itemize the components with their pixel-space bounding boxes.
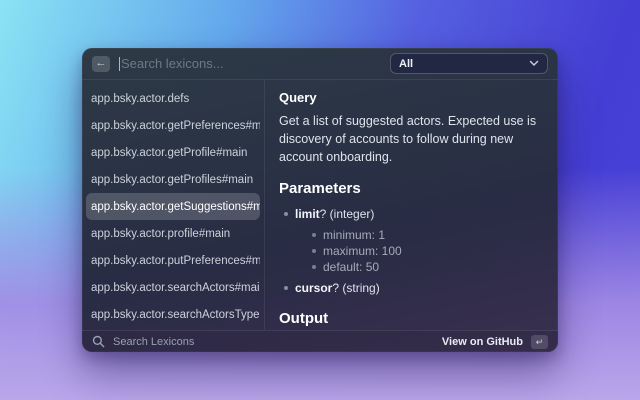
parameter-name: cursor — [295, 281, 333, 295]
filter-dropdown-value: All — [399, 57, 414, 70]
lexicon-item[interactable]: app.bsky.actor.searchActors#main — [86, 274, 260, 301]
lexicon-description: Get a list of suggested actors. Expected… — [279, 114, 537, 164]
constraint-item: default: 50 — [309, 259, 544, 275]
lexicon-item[interactable]: app.bsky.actor.getPreferences#main — [86, 112, 260, 139]
parameters-list: limit? (integer) minimum: 1 maximum: 100… — [279, 206, 544, 296]
parameter-item: limit? (integer) minimum: 1 maximum: 100… — [279, 206, 544, 275]
parameter-item: cursor? (string) — [279, 280, 544, 296]
return-key-icon: ↵ — [531, 334, 548, 349]
lexicon-item[interactable]: app.bsky.actor.searchActorsTypeah... — [86, 301, 260, 328]
lexicon-list: app.bsky.actor.defs app.bsky.actor.getPr… — [82, 80, 265, 330]
back-button[interactable]: ← — [92, 55, 110, 72]
footer-search-label[interactable]: Search Lexicons — [113, 336, 434, 348]
view-on-github-link[interactable]: View on GitHub — [442, 336, 523, 348]
search-field-wrap — [119, 56, 381, 71]
parameter-constraints: minimum: 1 maximum: 100 default: 50 — [309, 227, 544, 275]
lexicon-item[interactable]: app.bsky.actor.getProfiles#main — [86, 166, 260, 193]
footer-bar: Search Lexicons View on GitHub ↵ — [82, 330, 558, 352]
lexicon-detail-pane[interactable]: Query Get a list of suggested actors. Ex… — [265, 80, 558, 330]
lexicon-type-heading: Query — [279, 90, 317, 105]
header-bar: ← All — [82, 48, 558, 80]
constraint-item: minimum: 1 — [309, 227, 544, 243]
output-heading: Output — [279, 310, 329, 327]
parameter-name: limit — [295, 207, 320, 221]
main-area: app.bsky.actor.defs app.bsky.actor.getPr… — [82, 80, 558, 330]
search-icon — [92, 335, 105, 348]
parameters-heading: Parameters — [279, 180, 361, 197]
constraint-item: maximum: 100 — [309, 243, 544, 259]
lexicon-browser-window: ← All app.bsky.actor.defs app.bsky.actor… — [82, 48, 558, 352]
chevron-down-icon — [529, 60, 539, 66]
lexicon-item[interactable]: app.bsky.actor.getProfile#main — [86, 139, 260, 166]
lexicon-item[interactable]: app.bsky.actor.profile#main — [86, 220, 260, 247]
lexicon-item[interactable]: app.bsky.actor.defs — [86, 85, 260, 112]
parameter-type: ? (integer) — [319, 207, 375, 221]
search-input[interactable] — [121, 56, 381, 71]
parameter-type: ? (string) — [332, 281, 380, 295]
text-cursor — [119, 56, 120, 71]
lexicon-item[interactable]: app.bsky.actor.putPreferences#main — [86, 247, 260, 274]
lexicon-item-selected[interactable]: app.bsky.actor.getSuggestions#main — [86, 193, 260, 220]
filter-dropdown[interactable]: All — [390, 53, 548, 74]
